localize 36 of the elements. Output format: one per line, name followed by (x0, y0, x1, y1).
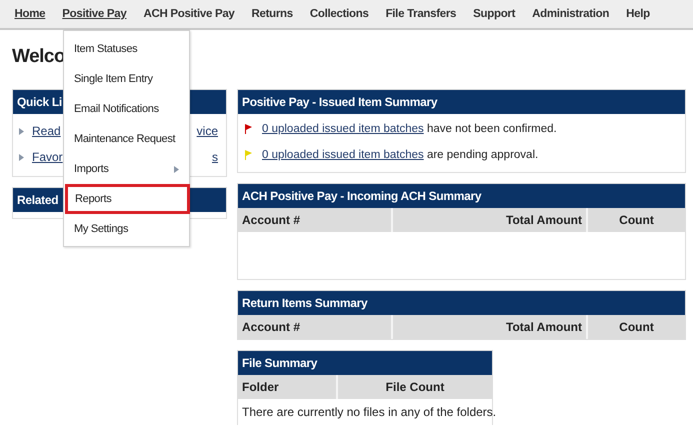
panel-header: Positive Pay - Issued Item Summary (238, 90, 685, 114)
panel-header: Return Items Summary (238, 291, 685, 315)
bullet-icon (19, 154, 24, 160)
quick-link[interactable]: Favor (32, 150, 63, 164)
summary-text: 0 uploaded issued item batches have not been confirmed. (262, 123, 557, 135)
menu-option[interactable]: Imports (64, 154, 189, 184)
quick-link[interactable]: Read (32, 124, 61, 138)
menu-item[interactable]: File Transfers (377, 8, 465, 20)
menu-item[interactable]: Collections (301, 8, 378, 20)
summary-text: 0 uploaded issued item batches are pending approval. (262, 149, 538, 161)
column-header: Count (618, 319, 655, 336)
menu-option[interactable]: Item Statuses (64, 34, 189, 64)
column-header: Count (618, 212, 655, 229)
menu-item[interactable]: ACH Positive Pay (134, 8, 244, 20)
quick-link[interactable]: s (212, 150, 218, 164)
menu-option[interactable]: My Settings (64, 214, 189, 244)
column-header: Total Amount (393, 208, 588, 232)
menu-item[interactable]: Administration (524, 8, 618, 20)
menu-item[interactable]: Returns (243, 8, 302, 20)
menu-item[interactable]: Help (618, 8, 658, 20)
quick-link[interactable]: vice (196, 124, 218, 138)
batches-link[interactable]: 0 uploaded issued item batches (262, 149, 424, 161)
batches-link[interactable]: 0 uploaded issued item batches (262, 123, 424, 135)
column-header: Account # (238, 315, 393, 339)
bullet-icon (19, 128, 24, 134)
column-header: Total Amount (393, 315, 588, 339)
panel-header: ACH Positive Pay - Incoming ACH Summary (238, 184, 685, 208)
column-header: Account # (238, 208, 393, 232)
menu-item[interactable]: Support (464, 8, 524, 20)
menu-item[interactable]: Positive Pay (54, 8, 135, 20)
column-header: File Count (384, 379, 446, 396)
page-heading: Welco (12, 46, 62, 69)
menu-option[interactable]: Maintenance Request (64, 124, 189, 154)
menu-item[interactable]: Home (6, 8, 54, 20)
panel-header: File Summary (238, 351, 492, 375)
column-header: Folder (238, 375, 338, 399)
